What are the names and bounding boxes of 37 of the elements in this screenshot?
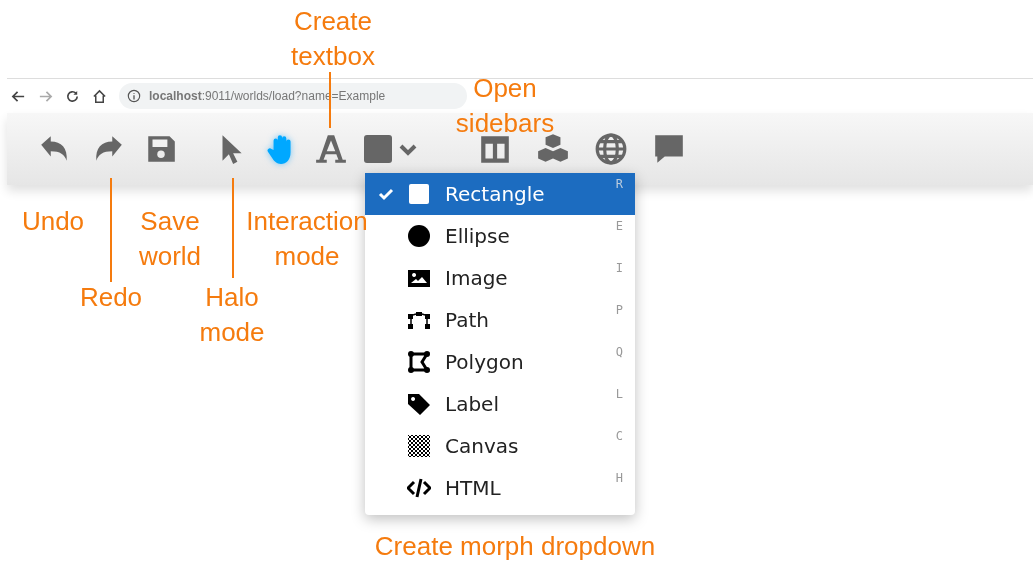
- circle-icon: [407, 224, 431, 248]
- menu-item[interactable]: Path P: [365, 299, 635, 341]
- shortcut-key: R: [615, 177, 623, 191]
- menu-item[interactable]: Polygon Q: [365, 341, 635, 383]
- code-icon: [407, 476, 431, 500]
- text-tool-icon[interactable]: [314, 132, 348, 166]
- speech-bubble-icon[interactable]: [652, 132, 686, 166]
- annotation-label: Interaction mode: [246, 205, 368, 273]
- home-icon[interactable]: [92, 88, 107, 104]
- menu-item[interactable]: Ellipse E: [365, 215, 635, 257]
- shortcut-key: L: [615, 387, 623, 401]
- shortcut-key: C: [615, 429, 623, 443]
- shortcut-key: Q: [615, 345, 623, 359]
- menu-item[interactable]: Image I: [365, 257, 635, 299]
- annotation-label: Redo: [79, 281, 143, 314]
- shortcut-key: P: [615, 303, 623, 317]
- polygon-icon: [407, 350, 431, 374]
- info-icon: [127, 89, 141, 103]
- square-icon: [407, 182, 431, 206]
- shortcut-key: H: [615, 471, 623, 485]
- annotation-label: Create textbox: [291, 5, 375, 73]
- menu-item[interactable]: Canvas C: [365, 425, 635, 467]
- menu-item[interactable]: Label L: [365, 383, 635, 425]
- tag-icon: [407, 392, 431, 416]
- menu-item[interactable]: HTML H: [365, 467, 635, 509]
- check-icon: [378, 186, 394, 202]
- shortcut-key: I: [615, 261, 623, 275]
- shortcut-key: E: [615, 219, 623, 233]
- menu-item[interactable]: Rectangle R: [365, 173, 635, 215]
- annotation-label: Undo: [21, 205, 85, 238]
- globe-icon[interactable]: [594, 132, 628, 166]
- annotation-label: Create morph dropdown: [374, 530, 656, 562]
- checkerboard-icon: [407, 434, 431, 458]
- leader-line: [329, 72, 331, 128]
- annotation-label: Halo mode: [199, 281, 265, 349]
- annotation-label: Save world: [138, 205, 202, 273]
- reload-icon[interactable]: [65, 88, 80, 104]
